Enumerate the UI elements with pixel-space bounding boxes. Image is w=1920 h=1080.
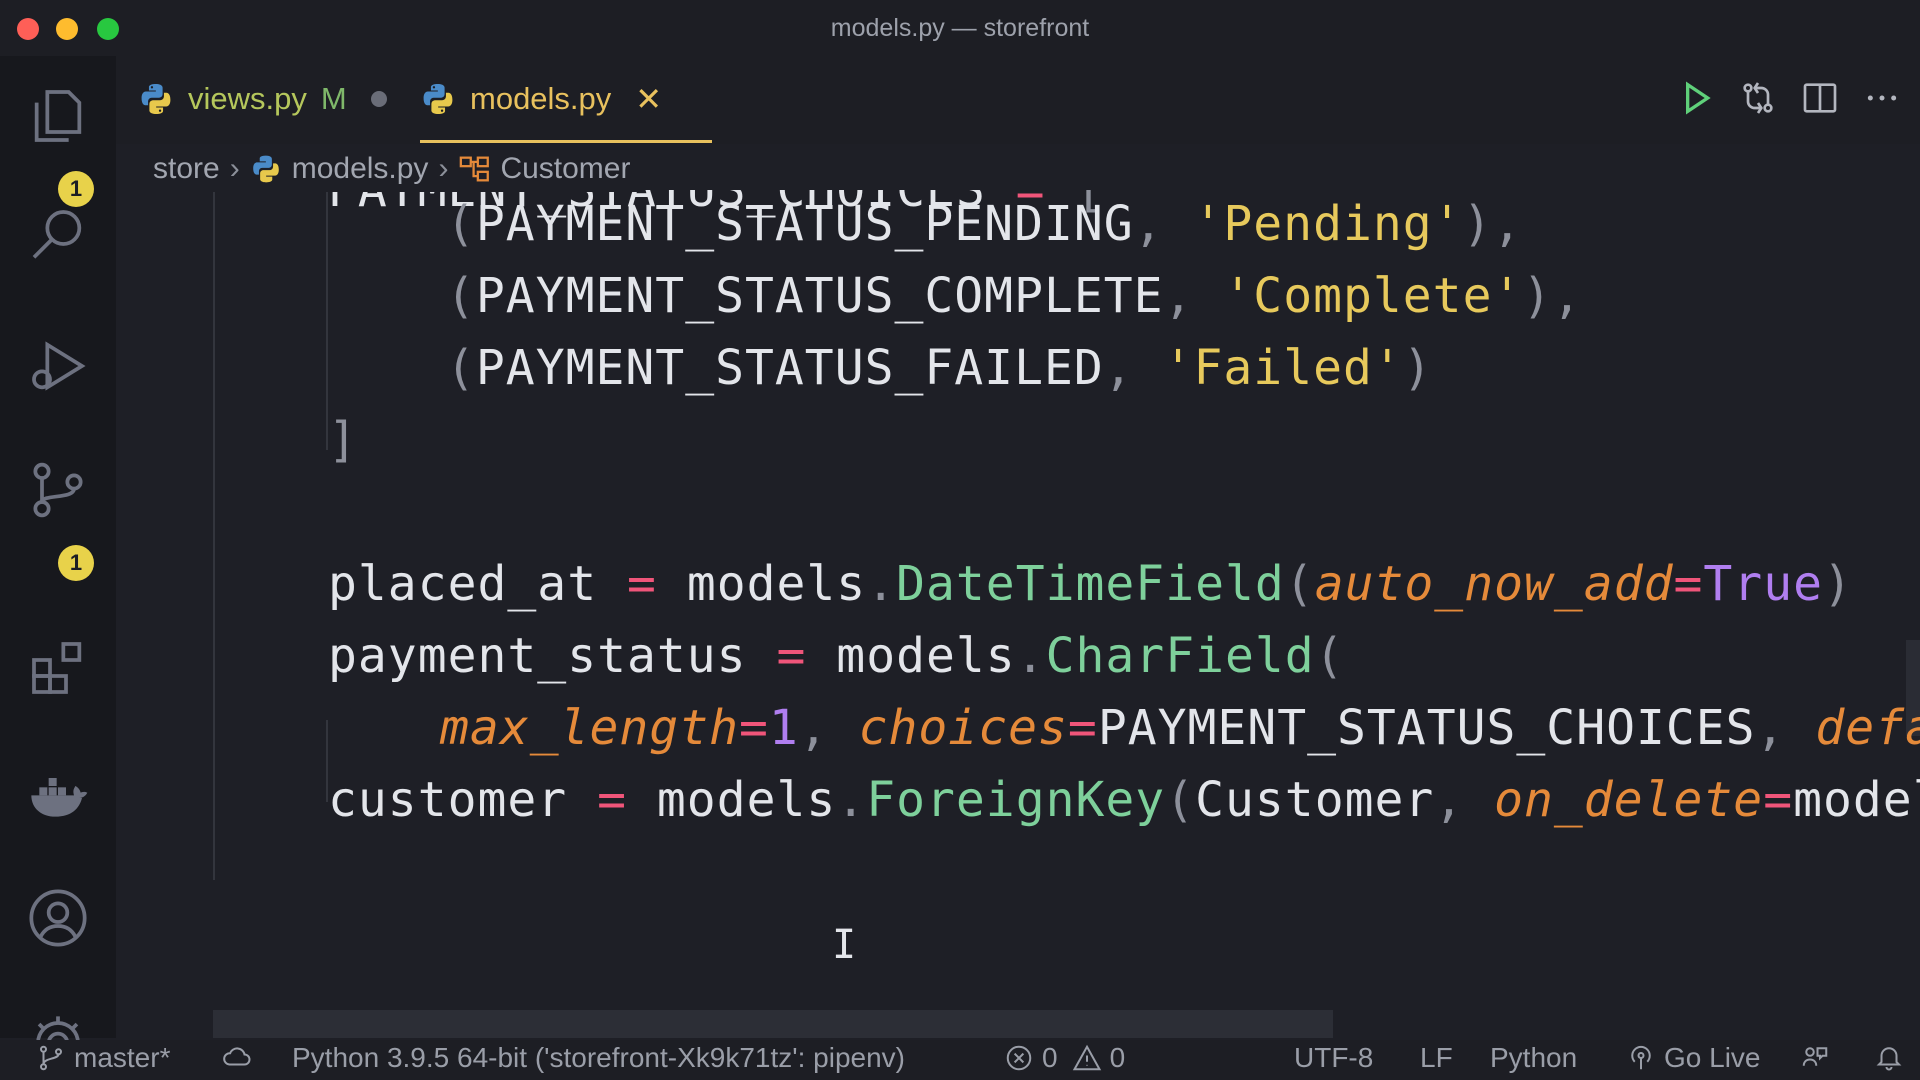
git-branch-icon (40, 1045, 62, 1071)
error-count: 0 (1042, 1042, 1058, 1073)
active-tab-indicator (420, 140, 712, 143)
account-icon[interactable] (26, 886, 90, 950)
title-bar: models.py — storefront (0, 0, 1920, 56)
modified-indicator: M (320, 81, 347, 116)
go-live-button[interactable]: Go Live (1626, 1042, 1761, 1074)
editor-tab-bar: views.py M models.py ✕ (116, 56, 1920, 144)
class-symbol-icon (460, 156, 490, 182)
code-line: payment_status = models.CharField( (328, 628, 1345, 684)
search-icon[interactable] (26, 204, 90, 268)
more-actions-icon[interactable] (1862, 78, 1902, 118)
bell-icon (1876, 1047, 1902, 1071)
branch-name: master* (74, 1042, 171, 1073)
extensions-icon[interactable] (26, 636, 90, 700)
close-window-button[interactable] (17, 18, 39, 40)
indent-guide (326, 190, 328, 450)
code-line: (PAYMENT_STATUS_COMPLETE, 'Complete'), (446, 268, 1583, 324)
breadcrumb-symbol[interactable]: Customer (500, 152, 630, 186)
chevron-right-icon: › (229, 152, 240, 185)
feedback-icon (1802, 1047, 1828, 1066)
indent-guide (213, 190, 215, 880)
problems-status[interactable]: 0 0 (1004, 1042, 1125, 1074)
sync-status[interactable] (222, 1042, 260, 1072)
language-mode-status[interactable]: Python (1490, 1042, 1577, 1074)
python-file-icon (252, 155, 279, 183)
chevron-right-icon: › (438, 152, 449, 185)
cloud-sync-icon (223, 1047, 251, 1066)
interpreter-label: Python 3.9.5 64-bit ('storefront-Xk9k71t… (292, 1042, 906, 1073)
warning-icon (1072, 1044, 1101, 1071)
code-line: ] (328, 412, 358, 468)
tab-label: models.py (470, 81, 612, 116)
code-line: (PAYMENT_STATUS_FAILED, 'Failed') (446, 340, 1433, 396)
error-icon (1006, 1045, 1032, 1071)
tab-label: views.py (188, 81, 307, 116)
breadcrumb-folder[interactable]: store (153, 152, 220, 186)
minimize-window-button[interactable] (56, 18, 78, 40)
horizontal-scrollbar[interactable] (213, 1010, 1333, 1038)
breadcrumb-file[interactable]: models.py (292, 152, 429, 186)
window-title: models.py — storefront (830, 13, 1090, 42)
activity-bar: 1 1 (0, 56, 116, 1070)
source-control-icon[interactable] (26, 458, 90, 522)
source-control-badge: 1 (58, 545, 94, 581)
docker-icon[interactable] (26, 766, 90, 830)
eol-status[interactable]: LF (1420, 1042, 1453, 1074)
explorer-badge: 1 (58, 171, 94, 207)
encoding-status[interactable]: UTF-8 (1294, 1042, 1373, 1074)
open-changes-icon[interactable] (1738, 78, 1778, 118)
python-interpreter-status[interactable]: Python 3.9.5 64-bit ('storefront-Xk9k71t… (292, 1042, 905, 1074)
maximize-window-button[interactable] (97, 18, 119, 40)
python-file-icon (423, 84, 453, 114)
code-line: (PAYMENT_STATUS_PENDING, 'Pending'), (446, 196, 1523, 252)
code-line: customer = models.ForeignKey(Customer, o… (328, 772, 1920, 828)
tab-views-py[interactable]: views.py M (138, 56, 387, 142)
notifications-status[interactable] (1874, 1042, 1912, 1072)
code-line: placed_at = models.DateTimeField(auto_no… (328, 556, 1853, 612)
breadcrumb: store › models.py › Customer (153, 146, 641, 192)
run-debug-icon[interactable] (26, 334, 90, 398)
warning-count: 0 (1109, 1042, 1126, 1073)
status-bar: master* Python 3.9.5 64-bit ('storefront… (0, 1040, 1920, 1080)
tab-models-py[interactable]: models.py ✕ (420, 56, 662, 142)
split-editor-icon[interactable] (1800, 78, 1840, 118)
broadcast-icon (1631, 1045, 1651, 1070)
run-python-file-icon[interactable] (1676, 78, 1716, 118)
git-branch-status[interactable]: master* (36, 1042, 170, 1074)
code-line: max_length=1, choices=PAYMENT_STATUS_CHO… (440, 700, 1920, 756)
unsaved-dot-icon (370, 91, 387, 107)
explorer-icon[interactable] (26, 84, 90, 148)
python-file-icon (141, 84, 171, 114)
go-live-label: Go Live (1664, 1042, 1761, 1073)
code-editor[interactable]: PAYMENT_STATUS_CHOICES = [ (PAYMENT_STAT… (116, 190, 1920, 1010)
feedback-status[interactable] (1800, 1042, 1838, 1072)
close-tab-icon[interactable]: ✕ (635, 80, 662, 118)
